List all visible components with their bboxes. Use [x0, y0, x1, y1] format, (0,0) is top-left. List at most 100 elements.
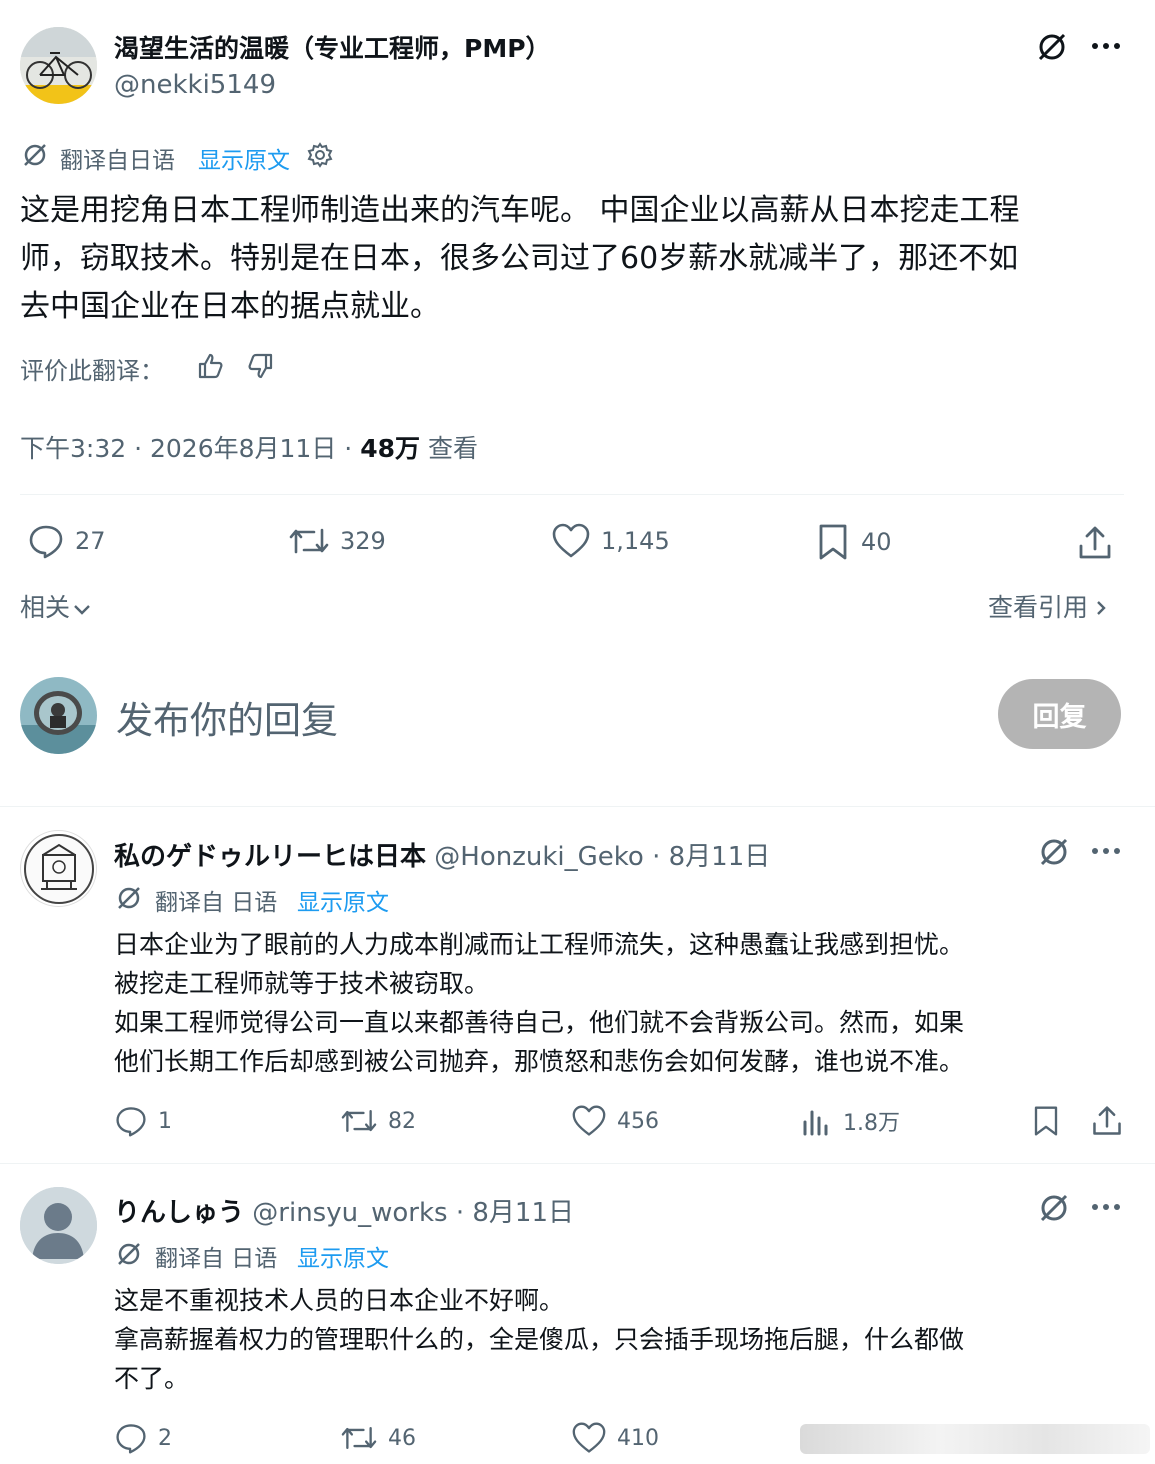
chevron-right-icon	[1097, 601, 1106, 615]
reply-body-line: 不了。	[114, 1364, 190, 1393]
separator-dot: ·	[455, 1198, 465, 1228]
divider	[0, 806, 1155, 807]
reply-count: 1	[158, 1108, 172, 1134]
reply-submit-button[interactable]: 回复	[998, 679, 1121, 749]
like-icon	[572, 1422, 606, 1453]
reply-icon	[29, 525, 63, 559]
views-button[interactable]: 1.8万	[801, 1104, 900, 1138]
like-count: 1,145	[601, 527, 670, 555]
view-quotes-label: 查看引用	[988, 593, 1089, 622]
repost-button[interactable]: 329	[288, 522, 386, 560]
show-original-link[interactable]: 显示原文	[198, 141, 290, 175]
thumbs-up-icon[interactable]	[194, 350, 226, 382]
divider	[0, 1163, 1155, 1164]
repost-count: 329	[340, 527, 386, 555]
reply-header: りんしゅう @rinsyu_works · 8月11日	[114, 1192, 574, 1229]
related-label: 相关	[20, 593, 71, 622]
author-handle[interactable]: @nekki5149	[114, 70, 276, 100]
post-meta: 下午3:32 · 2026年8月11日 · 48万 查看	[20, 429, 478, 465]
gear-icon[interactable]	[305, 140, 335, 170]
share-icon[interactable]	[1088, 1102, 1126, 1140]
reply-body-line: 拿高薪握着权力的管理职什么的，全是傻瓜，只会插手现场拖后腿，什么都做	[114, 1325, 965, 1354]
show-original-link[interactable]: 显示原文	[297, 1239, 389, 1273]
view-quotes-link[interactable]: 查看引用	[988, 588, 1110, 624]
repost-count: 82	[388, 1108, 416, 1134]
separator-dot: ·	[652, 842, 661, 872]
translate-icon	[114, 883, 144, 913]
translate-icon	[20, 140, 50, 170]
reply-handle[interactable]: @rinsyu_works	[252, 1198, 447, 1228]
reply-body-line: 如果工程师觉得公司一直以来都善待自己，他们就不会背叛公司。然而，如果	[114, 1008, 965, 1037]
reply-display-name[interactable]: りんしゅう	[114, 1198, 244, 1228]
reply-avatar[interactable]	[20, 1187, 97, 1264]
separator-dot: ·	[344, 434, 353, 463]
reply-button[interactable]: 2	[114, 1421, 172, 1455]
reply-icon	[116, 1424, 146, 1454]
reply-body-line: 被挖走工程师就等于技术被窃取。	[114, 969, 490, 998]
related-toggle[interactable]: 相关	[20, 588, 92, 624]
grok-icon[interactable]	[1032, 27, 1072, 67]
grok-icon[interactable]	[1034, 832, 1074, 872]
reply-body-line: 他们长期工作后却感到被公司抛弃，那愤怒和悲伤会如何发酵，谁也说不准。	[114, 1047, 965, 1076]
reply-button[interactable]: 1	[114, 1104, 172, 1138]
views-icon	[803, 1110, 828, 1136]
bookmark-button[interactable]: 40	[815, 522, 892, 562]
repost-icon	[341, 1426, 377, 1450]
reply-icon	[116, 1107, 146, 1137]
bookmark-icon	[819, 524, 847, 560]
reply-input[interactable]: 发布你的回复	[116, 690, 338, 744]
translate-icon	[114, 1239, 144, 1269]
post-body-line: 师，窃取技术。特别是在日本，很多公司过了60岁薪水就减半了，那还不如	[20, 241, 1019, 276]
grok-icon[interactable]	[1034, 1188, 1074, 1228]
bookmark-count: 40	[861, 528, 892, 556]
reply-body-line: 这是不重视技术人员的日本企业不好啊。	[114, 1286, 565, 1315]
author-display-name[interactable]: 渴望生活的温暖（专业工程师，PMP）	[114, 29, 551, 65]
more-icon[interactable]	[1088, 28, 1124, 64]
like-count: 410	[617, 1425, 659, 1451]
like-button[interactable]: 410	[571, 1421, 659, 1455]
repost-icon	[289, 528, 329, 554]
reply-date[interactable]: 8月11日	[472, 1198, 574, 1228]
reply-display-name[interactable]: 私のゲドゥルリーヒは日本	[114, 842, 426, 872]
reply-avatar[interactable]	[20, 830, 97, 907]
author-avatar[interactable]	[20, 27, 97, 104]
like-count: 456	[617, 1108, 659, 1134]
like-button[interactable]: 456	[571, 1104, 659, 1138]
rate-translation-label: 评价此翻译：	[20, 357, 164, 385]
views-count: 48万	[360, 434, 420, 463]
show-original-link[interactable]: 显示原文	[297, 883, 389, 917]
post-time[interactable]: 下午3:32	[20, 434, 126, 463]
reply-date[interactable]: 8月11日	[669, 842, 771, 872]
views-label: 查看	[427, 434, 478, 463]
chevron-down-icon	[74, 605, 90, 615]
translated-from-label: 翻译自日语	[60, 148, 175, 174]
share-icon[interactable]	[1074, 522, 1116, 564]
like-button[interactable]: 1,145	[551, 522, 670, 560]
repost-count: 46	[388, 1425, 416, 1451]
translated-from-label: 翻译自 日语	[155, 890, 278, 916]
reply-header: 私のゲドゥルリーヒは日本 @Honzuki_Geko · 8月11日	[114, 836, 770, 873]
obscured-area	[800, 1424, 1150, 1454]
reply-count: 27	[75, 527, 106, 555]
repost-button[interactable]: 46	[340, 1421, 416, 1455]
separator-dot: ·	[134, 434, 143, 463]
repost-icon	[341, 1109, 377, 1133]
bookmark-icon[interactable]	[1028, 1102, 1064, 1140]
translated-from-label: 翻译自 日语	[155, 1246, 278, 1272]
divider	[20, 494, 1124, 495]
like-icon	[572, 1105, 606, 1136]
reply-button[interactable]: 27	[27, 522, 106, 560]
post-body-line: 这是用挖角日本工程师制造出来的汽车呢。 中国企业以高薪从日本挖走工程	[20, 193, 1020, 228]
more-icon[interactable]	[1088, 833, 1124, 869]
like-icon	[552, 523, 590, 558]
reply-count: 2	[158, 1425, 172, 1451]
views-count: 1.8万	[843, 1111, 900, 1136]
user-avatar[interactable]	[20, 677, 97, 754]
thumbs-down-icon[interactable]	[245, 350, 277, 382]
post-body-line: 去中国企业在日本的据点就业。	[20, 289, 440, 324]
repost-button[interactable]: 82	[340, 1104, 416, 1138]
reply-handle[interactable]: @Honzuki_Geko	[434, 842, 644, 872]
post-date[interactable]: 2026年8月11日	[150, 434, 336, 463]
reply-body-line: 日本企业为了眼前的人力成本削减而让工程师流失，这种愚蠢让我感到担忧。	[114, 930, 965, 959]
more-icon[interactable]	[1088, 1189, 1124, 1225]
